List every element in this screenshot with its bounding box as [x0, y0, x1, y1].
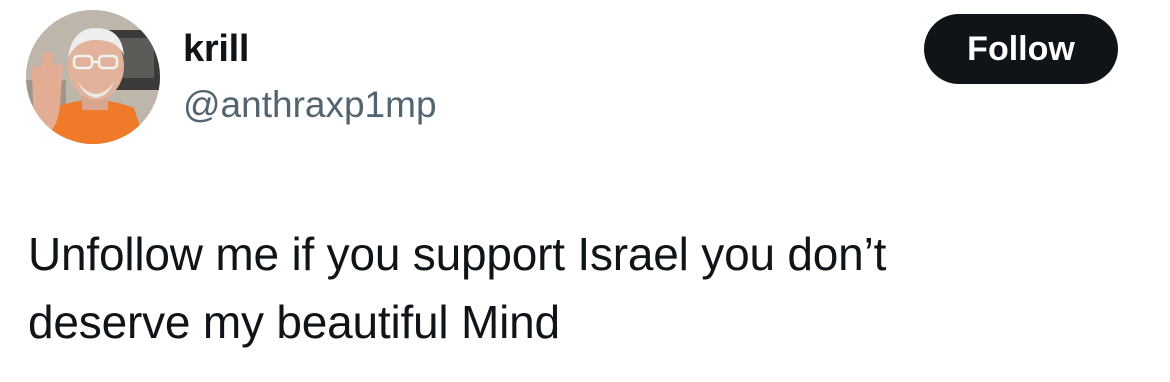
tweet-card: krill @anthraxp1mp Follow Unfollow me if… — [0, 0, 1170, 382]
tweet-text-line: deserve my beautiful Mind — [28, 296, 560, 348]
tweet-text: Unfollow me if you support Israel you do… — [28, 220, 1128, 356]
author-handle[interactable]: @anthraxp1mp — [183, 82, 437, 128]
author-display-name[interactable]: krill — [183, 26, 249, 72]
avatar[interactable] — [26, 10, 160, 144]
follow-button[interactable]: Follow — [924, 14, 1118, 84]
tweet-text-line: Unfollow me if you support Israel you do… — [28, 228, 887, 280]
avatar-photo-icon — [26, 10, 160, 144]
